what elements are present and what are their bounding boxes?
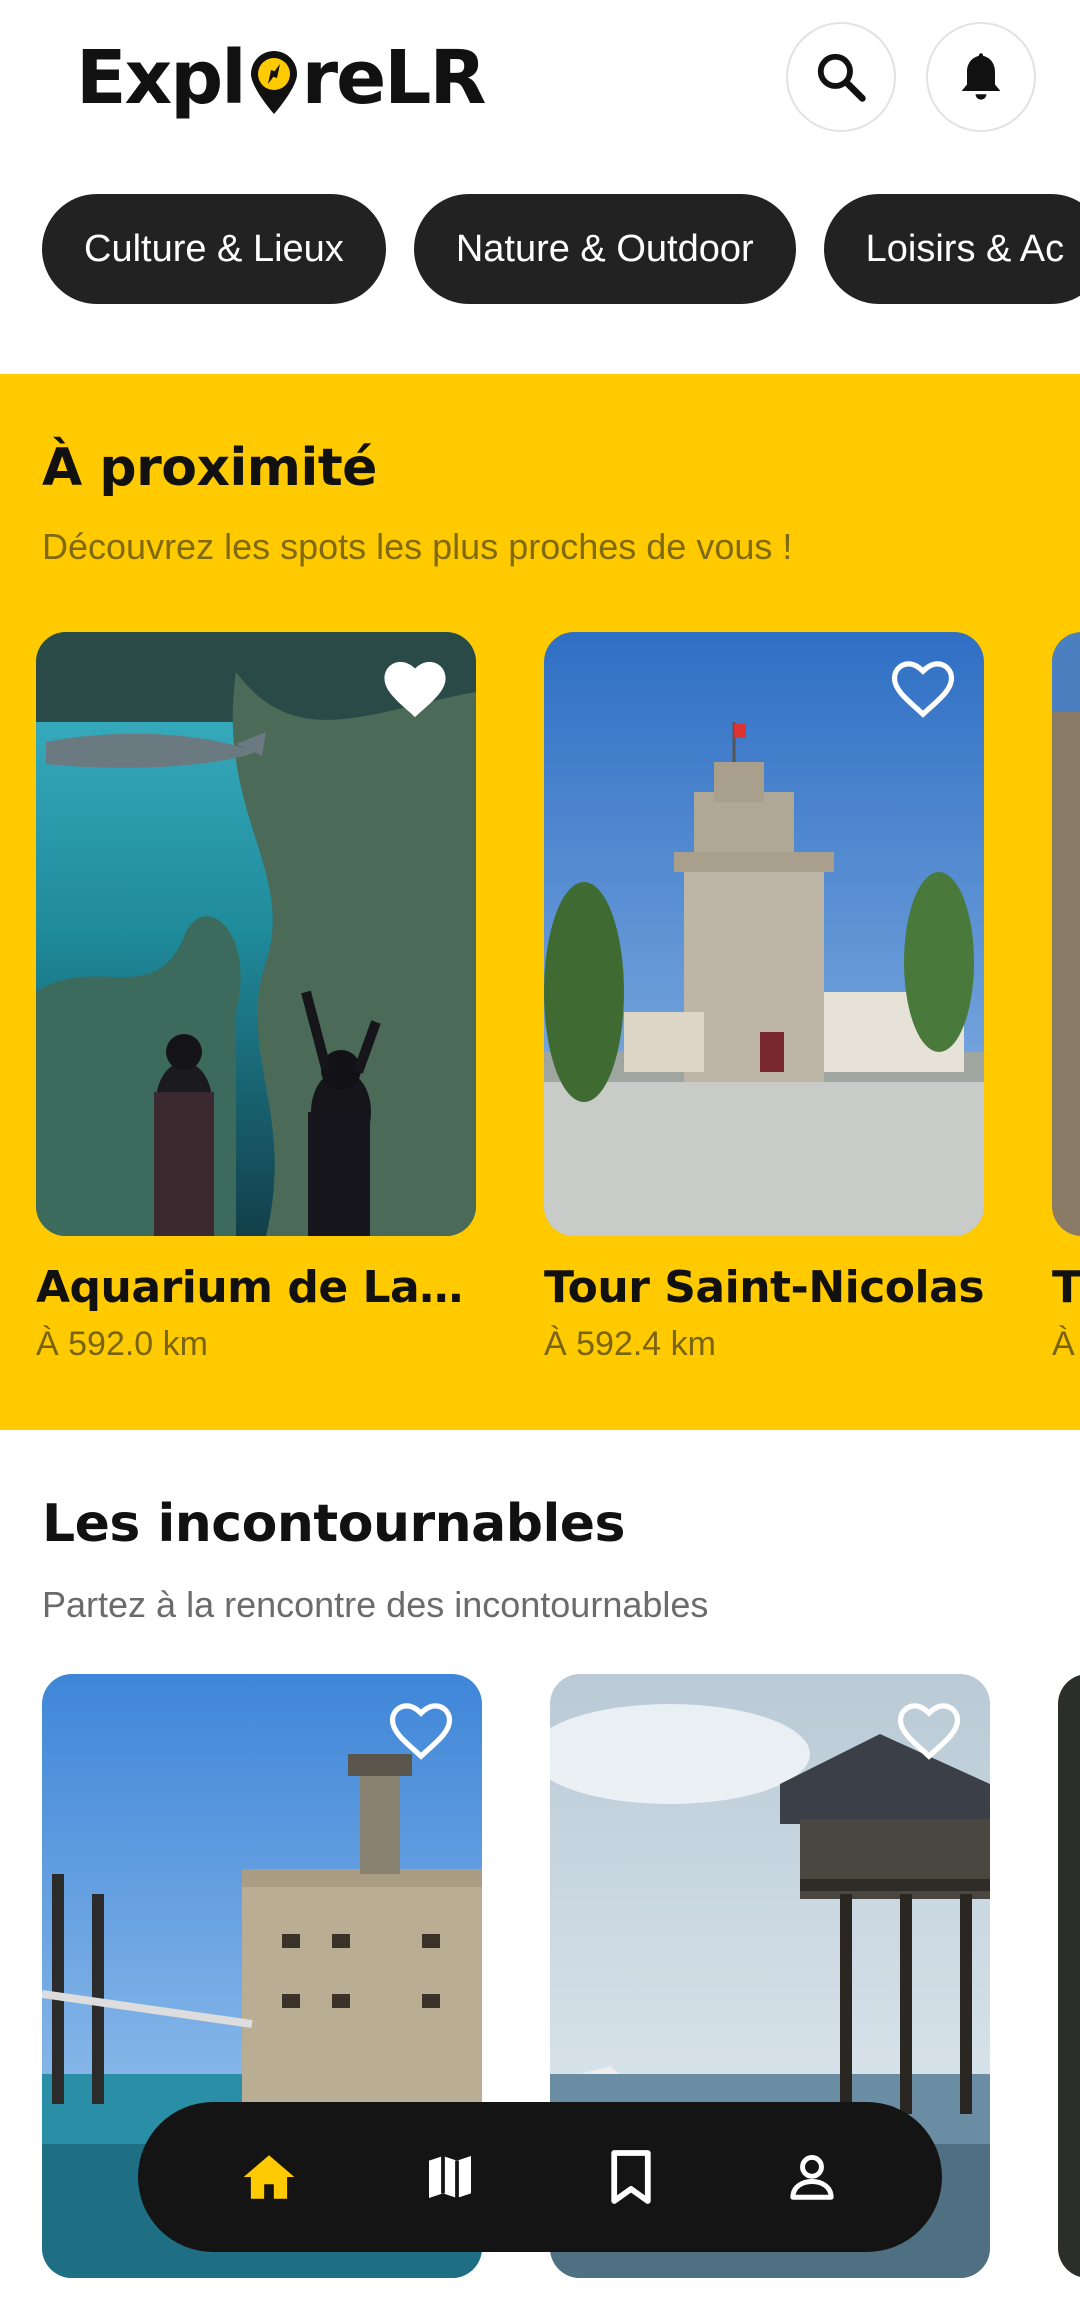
place-distance: À 592.4 km [544, 1325, 716, 1363]
search-button[interactable] [786, 22, 896, 132]
mustsee-subtitle: Partez à la rencontre des incontournable… [42, 1584, 709, 1625]
nav-saved[interactable] [576, 2122, 686, 2232]
bell-icon [961, 53, 1001, 100]
compass-pin-icon [247, 48, 301, 114]
nearby-title: À proximité [42, 438, 377, 498]
logo-text-prefix: Expl [76, 35, 247, 121]
app-header: Expl reLR [0, 0, 1080, 160]
place-card-tour-saint-nicolas[interactable]: Tour Saint-Nicolas À 592.4 km [544, 632, 984, 1364]
mustsee-title: Les incontournables [42, 1494, 626, 1554]
nearby-section: À proximité Découvrez les spots les plus… [0, 374, 1080, 1430]
place-image [36, 632, 476, 1236]
notifications-button[interactable] [926, 22, 1036, 132]
place-name: Tour Saint-Nicolas [544, 1262, 984, 1313]
chip-loisirs[interactable]: Loisirs & Ac [823, 194, 1080, 304]
logo-text-suffix: reLR [301, 35, 487, 121]
bookmark-icon [610, 2150, 651, 2204]
nearby-subtitle: Découvrez les spots les plus proches de … [42, 526, 793, 567]
profile-icon [789, 2154, 834, 2200]
chip-nature-outdoor[interactable]: Nature & Outdoor [413, 194, 796, 304]
favorite-heart-icon[interactable] [888, 656, 958, 720]
search-icon [817, 53, 866, 102]
favorite-heart-icon[interactable] [894, 1698, 964, 1762]
nav-home[interactable] [214, 2122, 324, 2232]
place-distance: À 592.0 km [36, 1325, 208, 1363]
map-icon [428, 2156, 471, 2198]
place-image [544, 632, 984, 1236]
chip-culture-lieux[interactable]: Culture & Lieux [42, 194, 386, 304]
place-distance: À [1052, 1325, 1075, 1363]
place-card-partial[interactable]: T À [1052, 632, 1080, 1364]
bottom-navigation [138, 2102, 942, 2252]
place-name: Aquarium de La Roc… [36, 1262, 476, 1313]
nav-map[interactable] [395, 2122, 505, 2232]
place-image [1052, 632, 1080, 1236]
place-card-partial-2[interactable] [1058, 1674, 1080, 2278]
place-name: T [1052, 1262, 1080, 1313]
favorite-heart-icon[interactable] [386, 1698, 456, 1762]
app-logo[interactable]: Expl reLR [76, 28, 487, 128]
nearby-carousel[interactable]: Aquarium de La Roc… À 592.0 km [0, 632, 1080, 1392]
place-card-aquarium[interactable]: Aquarium de La Roc… À 592.0 km [36, 632, 476, 1364]
nav-profile[interactable] [757, 2122, 867, 2232]
home-icon [243, 2155, 294, 2199]
category-chips: Culture & Lieux Nature & Outdoor Loisirs… [0, 194, 1080, 306]
favorite-heart-icon[interactable] [380, 656, 450, 720]
place-image [1058, 1674, 1080, 2278]
